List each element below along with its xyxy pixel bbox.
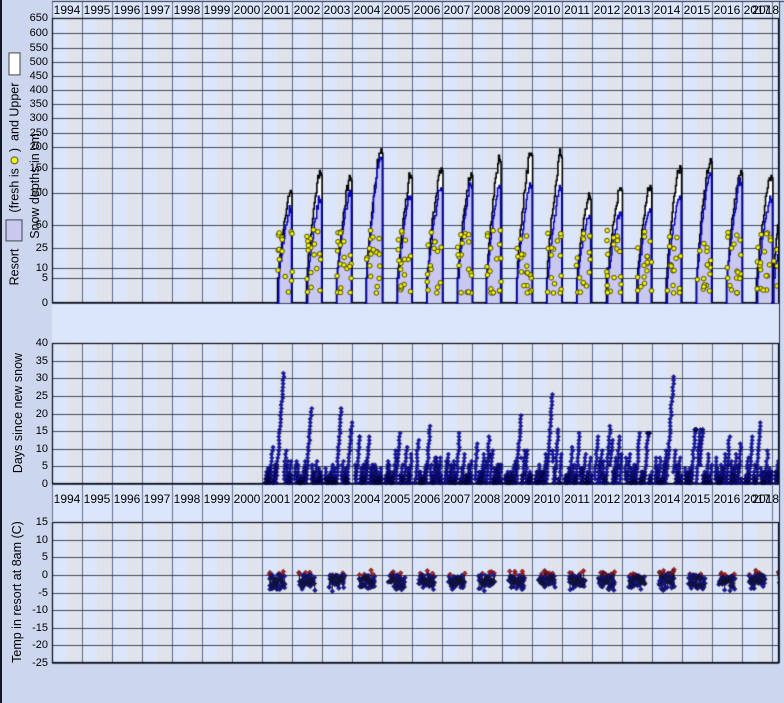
snow-axis-fresh-open: (fresh is [7, 168, 21, 212]
snow-axis-title-line2: Snow depths in cm [28, 133, 42, 239]
upper-legend-swatch [8, 53, 20, 76]
snow-axis-resort-label: Resort [7, 249, 21, 286]
snow-axis-units-label: Snow depths in cm [28, 133, 42, 239]
snow-axis-fresh-close: ) [7, 148, 21, 152]
snow-axis-upper-label: and Upper [7, 83, 21, 141]
snow-history-chart: Resort (fresh is ) and Upper Snow depths… [0, 0, 784, 703]
fresh-snow-legend-dot-icon [10, 156, 18, 164]
days-axis-label: Days since new snow [11, 353, 25, 473]
temp-axis-title: Temp in resort at 8am (C) [10, 521, 24, 663]
days-axis-title: Days since new snow [11, 353, 25, 473]
chart-canvas [2, 0, 784, 703]
snow-axis-title: Resort (fresh is ) and Upper [6, 53, 23, 286]
temp-axis-label: Temp in resort at 8am (C) [10, 521, 24, 663]
resort-legend-swatch [6, 220, 23, 242]
